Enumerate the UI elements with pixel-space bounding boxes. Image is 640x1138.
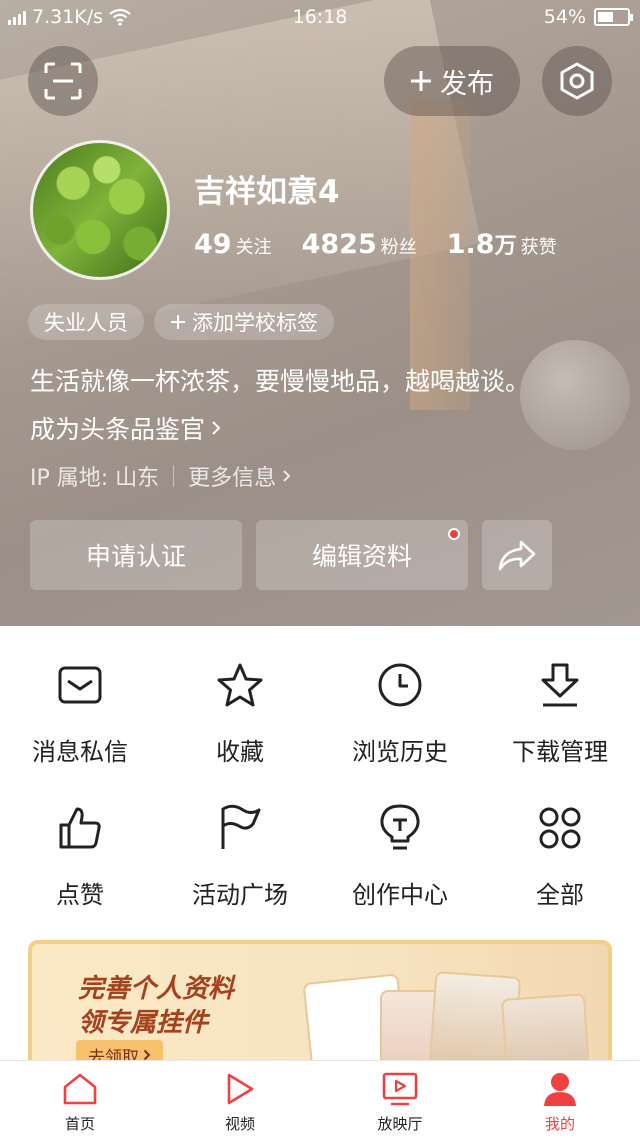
home-icon (63, 1073, 97, 1105)
scan-icon (44, 62, 82, 100)
edit-profile-button[interactable]: 编辑资料 (256, 520, 468, 590)
likes-stat[interactable]: 1.8万 获赞 (447, 228, 557, 260)
star-icon (217, 663, 263, 707)
occupation-tag[interactable]: 失业人员 (28, 304, 144, 340)
profile-meta: IP 属地: 山东 更多信息 (30, 460, 291, 492)
menu-item-history[interactable]: 浏览历史 (320, 660, 480, 767)
notification-dot (448, 528, 460, 540)
tab-theater[interactable]: 放映厅 (320, 1061, 480, 1138)
banner-subtitle: 领专属挂件 (78, 1008, 209, 1038)
battery-icon (594, 8, 633, 26)
following-stat[interactable]: 49 关注 (194, 229, 272, 260)
menu-item-creator-center[interactable]: 创作中心 (320, 803, 480, 910)
scan-button[interactable] (28, 46, 98, 116)
chevron-right-icon (283, 470, 291, 482)
become-judge-link[interactable]: 成为头条品鉴官 (30, 410, 221, 446)
more-info-link[interactable]: 更多信息 (188, 460, 291, 492)
publish-button[interactable]: 发布 (384, 46, 520, 116)
menu-item-downloads[interactable]: 下载管理 (480, 660, 640, 767)
clock-icon (378, 663, 422, 707)
grid-dots-icon (539, 807, 581, 849)
thumbs-up-icon (59, 807, 101, 849)
tv-icon (382, 1072, 418, 1106)
add-school-tag[interactable]: 添加学校标签 (154, 304, 334, 340)
banner-title: 完善个人资料 (78, 974, 235, 1004)
message-envelope-icon (58, 666, 102, 704)
tab-video[interactable]: 视频 (160, 1061, 320, 1138)
status-bar: 7.31K/s 16:18 54% (0, 0, 640, 36)
share-arrow-icon (498, 540, 536, 571)
profile-stats: 49 关注 4825 粉丝 1.8万 获赞 (194, 228, 557, 260)
followers-stat[interactable]: 4825 粉丝 (302, 229, 417, 260)
bio-text: 生活就像一杯浓茶，要慢慢地品，越喝越谈。 (30, 367, 531, 396)
certify-button[interactable]: 申请认证 (30, 520, 242, 590)
share-button[interactable] (482, 520, 552, 590)
avatar[interactable] (30, 140, 170, 280)
download-icon (541, 663, 579, 707)
tab-me[interactable]: 我的 (480, 1061, 640, 1138)
username[interactable]: 吉祥如意4 (194, 166, 340, 211)
flag-icon (221, 804, 261, 849)
hexagon-settings-icon (560, 62, 594, 100)
divider (173, 465, 175, 487)
profile-completion-banner[interactable]: 完善个人资料 领专属挂件 去领取 (28, 940, 612, 1080)
profile-tags: 失业人员 添加学校标签 (28, 304, 334, 340)
battery-percent: 54% (543, 6, 586, 28)
menu-item-favorites[interactable]: 收藏 (160, 660, 320, 767)
bottom-tab-bar: 首页 视频 放映厅 我的 (0, 1060, 640, 1138)
tab-home[interactable]: 首页 (0, 1061, 160, 1138)
menu-item-messages[interactable]: 消息私信 (0, 660, 160, 767)
menu-item-all[interactable]: 全部 (480, 803, 640, 910)
publish-label: 发布 (440, 68, 494, 100)
settings-button[interactable] (542, 46, 612, 116)
chevron-right-icon (212, 421, 221, 435)
menu-item-likes[interactable]: 点赞 (0, 803, 160, 910)
battery-fill (598, 12, 613, 22)
person-icon (544, 1073, 576, 1106)
profile-header: 7.31K/s 16:18 54% 发布 吉祥如意4 49 关注 4825 粉丝… (0, 0, 640, 626)
plus-icon (171, 315, 185, 329)
feature-grid: 消息私信 收藏 浏览历史 下载管理 点赞 活动广场 创作中心 全部 (0, 660, 640, 910)
menu-item-activities[interactable]: 活动广场 (160, 803, 320, 910)
ip-location: IP 属地: 山东 (30, 466, 160, 491)
lightbulb-icon (380, 804, 420, 850)
plus-icon (411, 71, 431, 91)
play-icon (227, 1073, 254, 1105)
